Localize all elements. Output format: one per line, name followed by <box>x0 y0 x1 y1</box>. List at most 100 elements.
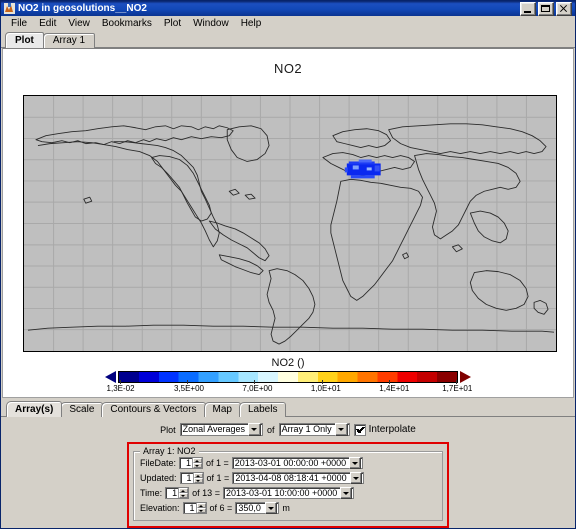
plot-of-label: of <box>267 424 275 435</box>
chevron-down-icon[interactable] <box>248 423 262 436</box>
stepper-down-icon[interactable] <box>193 478 203 483</box>
stepper-down-icon[interactable] <box>179 493 189 498</box>
colorbar-row <box>3 371 573 384</box>
menu-item-edit[interactable]: Edit <box>33 17 62 30</box>
elevation-label: Elevation: <box>140 503 180 513</box>
window-titlebar: NO2 in geosolutions__NO2 <box>1 1 575 16</box>
time-select[interactable]: 2013-03-01 10:00:00 +0000 <box>222 487 355 499</box>
chevron-down-icon[interactable] <box>349 457 362 469</box>
window-title: NO2 in geosolutions__NO2 <box>18 3 147 14</box>
bottom-tab-labels[interactable]: Labels <box>238 402 287 417</box>
updated-index-value: 1 <box>186 473 192 483</box>
colorbar-tick-label-0: 1,3E-02 <box>106 384 135 393</box>
elevation-stepper[interactable]: 1 <box>182 502 207 514</box>
colorbar-ticks <box>119 372 457 384</box>
elevation-select[interactable]: 350,0 <box>235 502 280 514</box>
bottom-tab-strip: Array(s) Scale Contours & Vectors Map La… <box>1 400 575 417</box>
colorbar-gradient[interactable] <box>118 371 458 384</box>
time-index-value: 1 <box>172 488 178 498</box>
checkmark-icon[interactable] <box>353 423 366 436</box>
menu-item-plot[interactable]: Plot <box>158 17 187 30</box>
stepper-down-icon[interactable] <box>196 508 206 513</box>
tab-array-1[interactable]: Array 1 <box>42 33 96 48</box>
bottom-tab-scale-label: Scale <box>69 404 95 415</box>
chevron-down-icon[interactable] <box>340 487 353 499</box>
array-1-group: Array 1: NO2 FileDate: 1 of 1 = 2013-03-… <box>133 446 443 521</box>
window-buttons <box>520 1 573 16</box>
bottom-tab-arrays[interactable]: Array(s) <box>6 401 63 417</box>
array-settings-highlight: Array 1: NO2 FileDate: 1 of 1 = 2013-03-… <box>127 442 449 528</box>
arrays-tab-panel: Plot Zonal Averages of Array 1 Only Inte… <box>1 417 575 528</box>
menu-item-help[interactable]: Help <box>235 17 268 30</box>
bottom-tab-arrays-label: Array(s) <box>15 404 54 415</box>
colorbar-tick-labels: 1,3E-02 3,5E+00 7,0E+00 1,0E+01 1,4E+01 … <box>106 384 473 395</box>
colorbar-title: NO2 () <box>271 357 305 369</box>
elevation-stepper-buttons[interactable] <box>195 503 206 513</box>
menu-item-window[interactable]: Window <box>187 17 235 30</box>
plot-type-select[interactable]: Zonal Averages <box>179 423 264 436</box>
colorbar-overflow-arrow-icon <box>460 371 471 383</box>
bottom-tab-map[interactable]: Map <box>203 402 241 417</box>
time-value: 2013-03-01 10:00:00 +0000 <box>225 488 338 498</box>
elevation-index-value: 1 <box>189 503 195 513</box>
bottom-tab-labels-label: Labels <box>247 404 278 415</box>
filedate-index-value: 1 <box>186 458 192 468</box>
colorbar-underflow-arrow-icon <box>105 371 116 383</box>
colorbar-tick-label-1: 3,5E+00 <box>173 384 204 393</box>
plot-panel: NO2 NO2 () 1,3E-02 3,5E+00 7,0E+00 1,0E+… <box>2 48 574 398</box>
top-tab-strip: Plot Array 1 <box>1 32 575 48</box>
application-window: NO2 in geosolutions__NO2 File Edit View … <box>0 0 576 529</box>
menu-item-file[interactable]: File <box>5 17 33 30</box>
interpolate-checkbox[interactable]: Interpolate <box>353 423 416 436</box>
stepper-down-icon[interactable] <box>193 463 203 468</box>
updated-stepper[interactable]: 1 <box>179 472 204 484</box>
menu-item-bookmarks[interactable]: Bookmarks <box>96 17 158 30</box>
colorbar-tick-label-3: 1,0E+01 <box>310 384 341 393</box>
world-map-svg <box>24 96 556 351</box>
filedate-stepper-buttons[interactable] <box>192 458 203 468</box>
array-1-group-legend: Array 1: NO2 <box>140 446 199 456</box>
plot-type-label: Plot <box>160 424 176 435</box>
array-scope-select[interactable]: Array 1 Only <box>278 423 350 436</box>
colorbar-tick-label-5: 1,7E+01 <box>442 384 473 393</box>
close-button[interactable] <box>556 1 572 16</box>
minimize-button[interactable] <box>520 1 536 16</box>
filedate-of-label: of 1 = <box>206 458 229 468</box>
time-stepper-buttons[interactable] <box>178 488 189 498</box>
updated-label: Updated: <box>140 473 177 483</box>
updated-stepper-buttons[interactable] <box>192 473 203 483</box>
bottom-tab-scale[interactable]: Scale <box>60 402 104 417</box>
bottom-tab-contours-vectors-label: Contours & Vectors <box>110 404 197 415</box>
array-scope-value: Array 1 Only <box>281 424 332 434</box>
map-plot-area[interactable] <box>23 95 557 352</box>
menu-bar: File Edit View Bookmarks Plot Window Hel… <box>1 16 575 32</box>
tab-plot[interactable]: Plot <box>5 32 44 48</box>
menu-item-view[interactable]: View <box>62 17 96 30</box>
colorbar-tick-label-4: 1,4E+01 <box>379 384 410 393</box>
elevation-row: Elevation: 1 of 6 = 350,0 m <box>140 501 436 515</box>
colorbar: NO2 () 1,3E-02 3,5E+00 7,0E+00 1,0E+01 1… <box>3 357 573 397</box>
elevation-value: 350,0 <box>238 503 261 513</box>
elevation-of-label: of 6 = <box>209 503 233 513</box>
plot-controls-row: Plot Zonal Averages of Array 1 Only Inte… <box>1 422 575 437</box>
filedate-stepper[interactable]: 1 <box>179 457 204 469</box>
interpolate-label: Interpolate <box>368 424 416 435</box>
time-stepper[interactable]: 1 <box>165 487 190 499</box>
updated-select[interactable]: 2013-04-08 08:18:41 +0000 <box>232 472 364 484</box>
filedate-row: FileDate: 1 of 1 = 2013-03-01 00:00:00 +… <box>140 456 436 470</box>
colorbar-tick-label-2: 7,0E+00 <box>242 384 273 393</box>
plot-title: NO2 <box>274 61 302 76</box>
updated-row: Updated: 1 of 1 = 2013-04-08 08:18:41 +0… <box>140 471 436 485</box>
time-label: Time: <box>140 488 163 498</box>
maximize-button[interactable] <box>538 1 554 16</box>
filedate-select[interactable]: 2013-03-01 00:00:00 +0000 <box>231 457 364 469</box>
chevron-down-icon[interactable] <box>265 502 278 514</box>
updated-of-label: of 1 = <box>206 473 230 483</box>
app-icon <box>4 3 15 14</box>
filedate-label: FileDate: <box>140 458 177 468</box>
time-row: Time: 1 of 13 = 2013-03-01 10:00:00 +000… <box>140 486 436 500</box>
bottom-tab-contours-vectors[interactable]: Contours & Vectors <box>101 402 206 417</box>
chevron-down-icon[interactable] <box>349 472 362 484</box>
chevron-down-icon[interactable] <box>334 423 348 436</box>
tab-plot-label: Plot <box>15 35 34 46</box>
